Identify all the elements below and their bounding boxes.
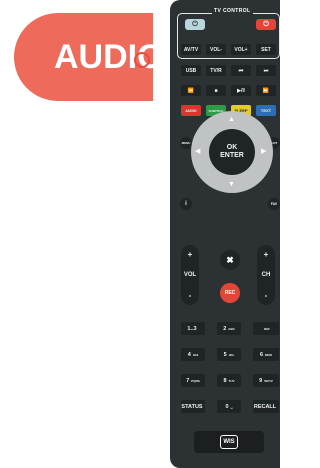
info-button[interactable]: i <box>180 198 192 210</box>
tv-vol-up-button[interactable]: VOL+ <box>231 44 251 55</box>
set-button[interactable]: SET <box>256 44 276 55</box>
keypad-key-main: 2 <box>223 325 227 332</box>
keypad-key-main: 8 <box>223 377 227 384</box>
keypad-key-main: STATUS <box>181 403 203 410</box>
down-arrow-icon[interactable]: ▼ <box>228 181 235 188</box>
volume-up-label: + <box>187 250 193 259</box>
keypad-key[interactable]: 6 MNO <box>253 348 279 361</box>
keypad-key-sub: GHI <box>192 352 199 357</box>
keypad-key-sub: DEF <box>264 326 270 331</box>
keypad-key-sub: MNO <box>265 352 273 357</box>
keypad-key-sub: PQRS <box>191 378 200 383</box>
fast-forward-button[interactable]: ⏩ <box>256 85 276 96</box>
keypad-key[interactable]: 0 ␣ <box>217 400 241 413</box>
ok-label: OK <box>226 144 238 151</box>
rec-button[interactable]: REC <box>220 283 240 303</box>
channel-label: CH <box>261 272 271 278</box>
keypad-key-main: 7 <box>186 377 190 384</box>
keypad-key-main: 4 <box>187 351 191 358</box>
keypad-key[interactable]: 7 PQRS <box>181 374 205 387</box>
stop-button[interactable]: ■ <box>206 85 226 96</box>
keypad-key-sub: TUV <box>228 378 235 383</box>
tv-control-title: TV CONTROL <box>212 8 253 14</box>
keypad-key-main: RECALL <box>253 403 277 410</box>
av-tv-button[interactable]: AV/TV <box>181 44 201 55</box>
keypad-key-main: 1..3 <box>187 325 197 332</box>
keypad-key[interactable]: STATUS <box>181 400 205 413</box>
keypad-key-sub: WXYZ <box>264 378 273 383</box>
volume-down-label: - <box>188 291 192 300</box>
channel-down-label: - <box>264 291 268 300</box>
keypad-key-main: 5 <box>223 351 227 358</box>
keypad-key[interactable]: RECALL <box>253 400 279 413</box>
keypad-key[interactable]: 1..3 <box>181 322 205 335</box>
keypad-key[interactable]: DEF <box>253 322 279 335</box>
audio-tag: AUDIO <box>14 13 164 101</box>
text-color-button[interactable]: TEXT <box>256 105 276 116</box>
next-button[interactable]: ⏭ <box>256 65 276 76</box>
rewind-button[interactable]: ⏪ <box>181 85 201 96</box>
keypad-key-main: 6 <box>259 351 264 358</box>
mute-button[interactable]: ✖ <box>220 250 240 270</box>
keypad-key[interactable]: 2 ABC <box>217 322 241 335</box>
fav-button[interactable]: FAV <box>268 198 280 210</box>
tag-hole-icon <box>134 52 150 68</box>
channel-up-label: + <box>263 250 269 259</box>
brand-plate: WIS <box>194 431 264 453</box>
up-arrow-icon[interactable]: ▲ <box>228 116 235 123</box>
power-button[interactable]: ⏻ <box>256 19 276 30</box>
keypad-key-sub: ABC <box>228 326 235 331</box>
keypad-key-main: 9 <box>259 377 263 384</box>
volume-label: VOL <box>183 272 197 278</box>
previous-button[interactable]: ⏮ <box>231 65 251 76</box>
volume-rocker[interactable]: + VOL - <box>181 245 199 305</box>
keypad-key[interactable]: 5 JKL <box>217 348 241 361</box>
audio-color-button[interactable]: AUDIO <box>181 105 201 116</box>
brand-logo: WIS <box>220 435 238 449</box>
tv-radio-button[interactable]: TV/R <box>206 65 226 76</box>
usb-button[interactable]: USB <box>181 65 201 76</box>
remote-control: TV CONTROL ⏻ ⏻ AV/TV VOL- VOL+ SET USB T… <box>170 0 280 468</box>
keypad-key[interactable]: 4 GHI <box>181 348 205 361</box>
mute-icon: ✖ <box>226 254 234 265</box>
enter-label: ENTER <box>220 152 244 159</box>
tv-vol-down-button[interactable]: VOL- <box>206 44 226 55</box>
keypad-key-sub: JKL <box>228 352 235 357</box>
right-arrow-icon[interactable]: ▶ <box>261 148 266 155</box>
play-pause-button[interactable]: ▶/‖ <box>231 85 251 96</box>
keypad-key[interactable]: 8 TUV <box>217 374 241 387</box>
keypad-key-main: 0 <box>225 403 229 410</box>
channel-rocker[interactable]: + CH - <box>257 245 275 305</box>
keypad-key[interactable]: 9 WXYZ <box>253 374 279 387</box>
ok-enter-button[interactable]: OK ENTER <box>209 129 255 175</box>
keypad-key-sub: ␣ <box>230 404 233 409</box>
left-arrow-icon[interactable]: ◀ <box>195 148 200 155</box>
tv-power-button[interactable]: ⏻ <box>185 19 205 30</box>
